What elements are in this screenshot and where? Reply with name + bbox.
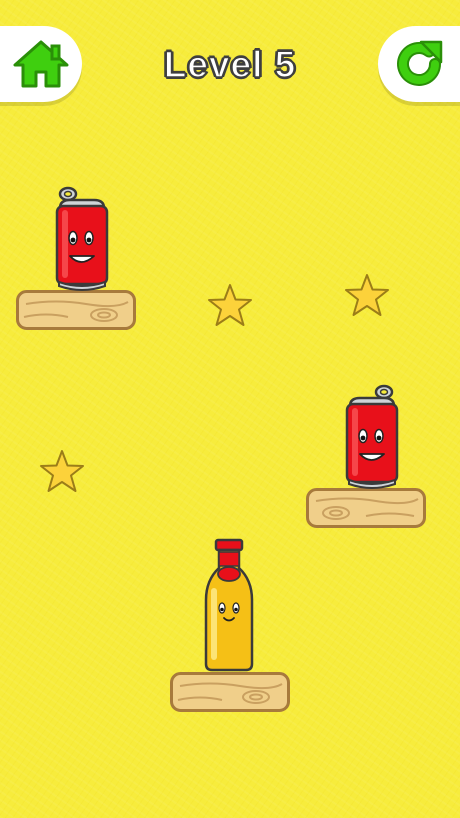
star-icon[interactable] bbox=[38, 448, 86, 496]
wood-platform-bottom bbox=[170, 672, 290, 712]
restart-button[interactable] bbox=[378, 26, 460, 102]
soda-can-left bbox=[55, 186, 109, 291]
wood-platform-right bbox=[306, 488, 426, 528]
star-icon[interactable] bbox=[206, 282, 254, 330]
soda-can-right bbox=[345, 384, 399, 489]
juice-bottle bbox=[204, 538, 254, 672]
game-stage[interactable]: Level 5 bbox=[0, 0, 460, 818]
wood-platform-left bbox=[16, 290, 136, 330]
restart-icon bbox=[397, 40, 443, 86]
star-icon[interactable] bbox=[343, 272, 391, 320]
